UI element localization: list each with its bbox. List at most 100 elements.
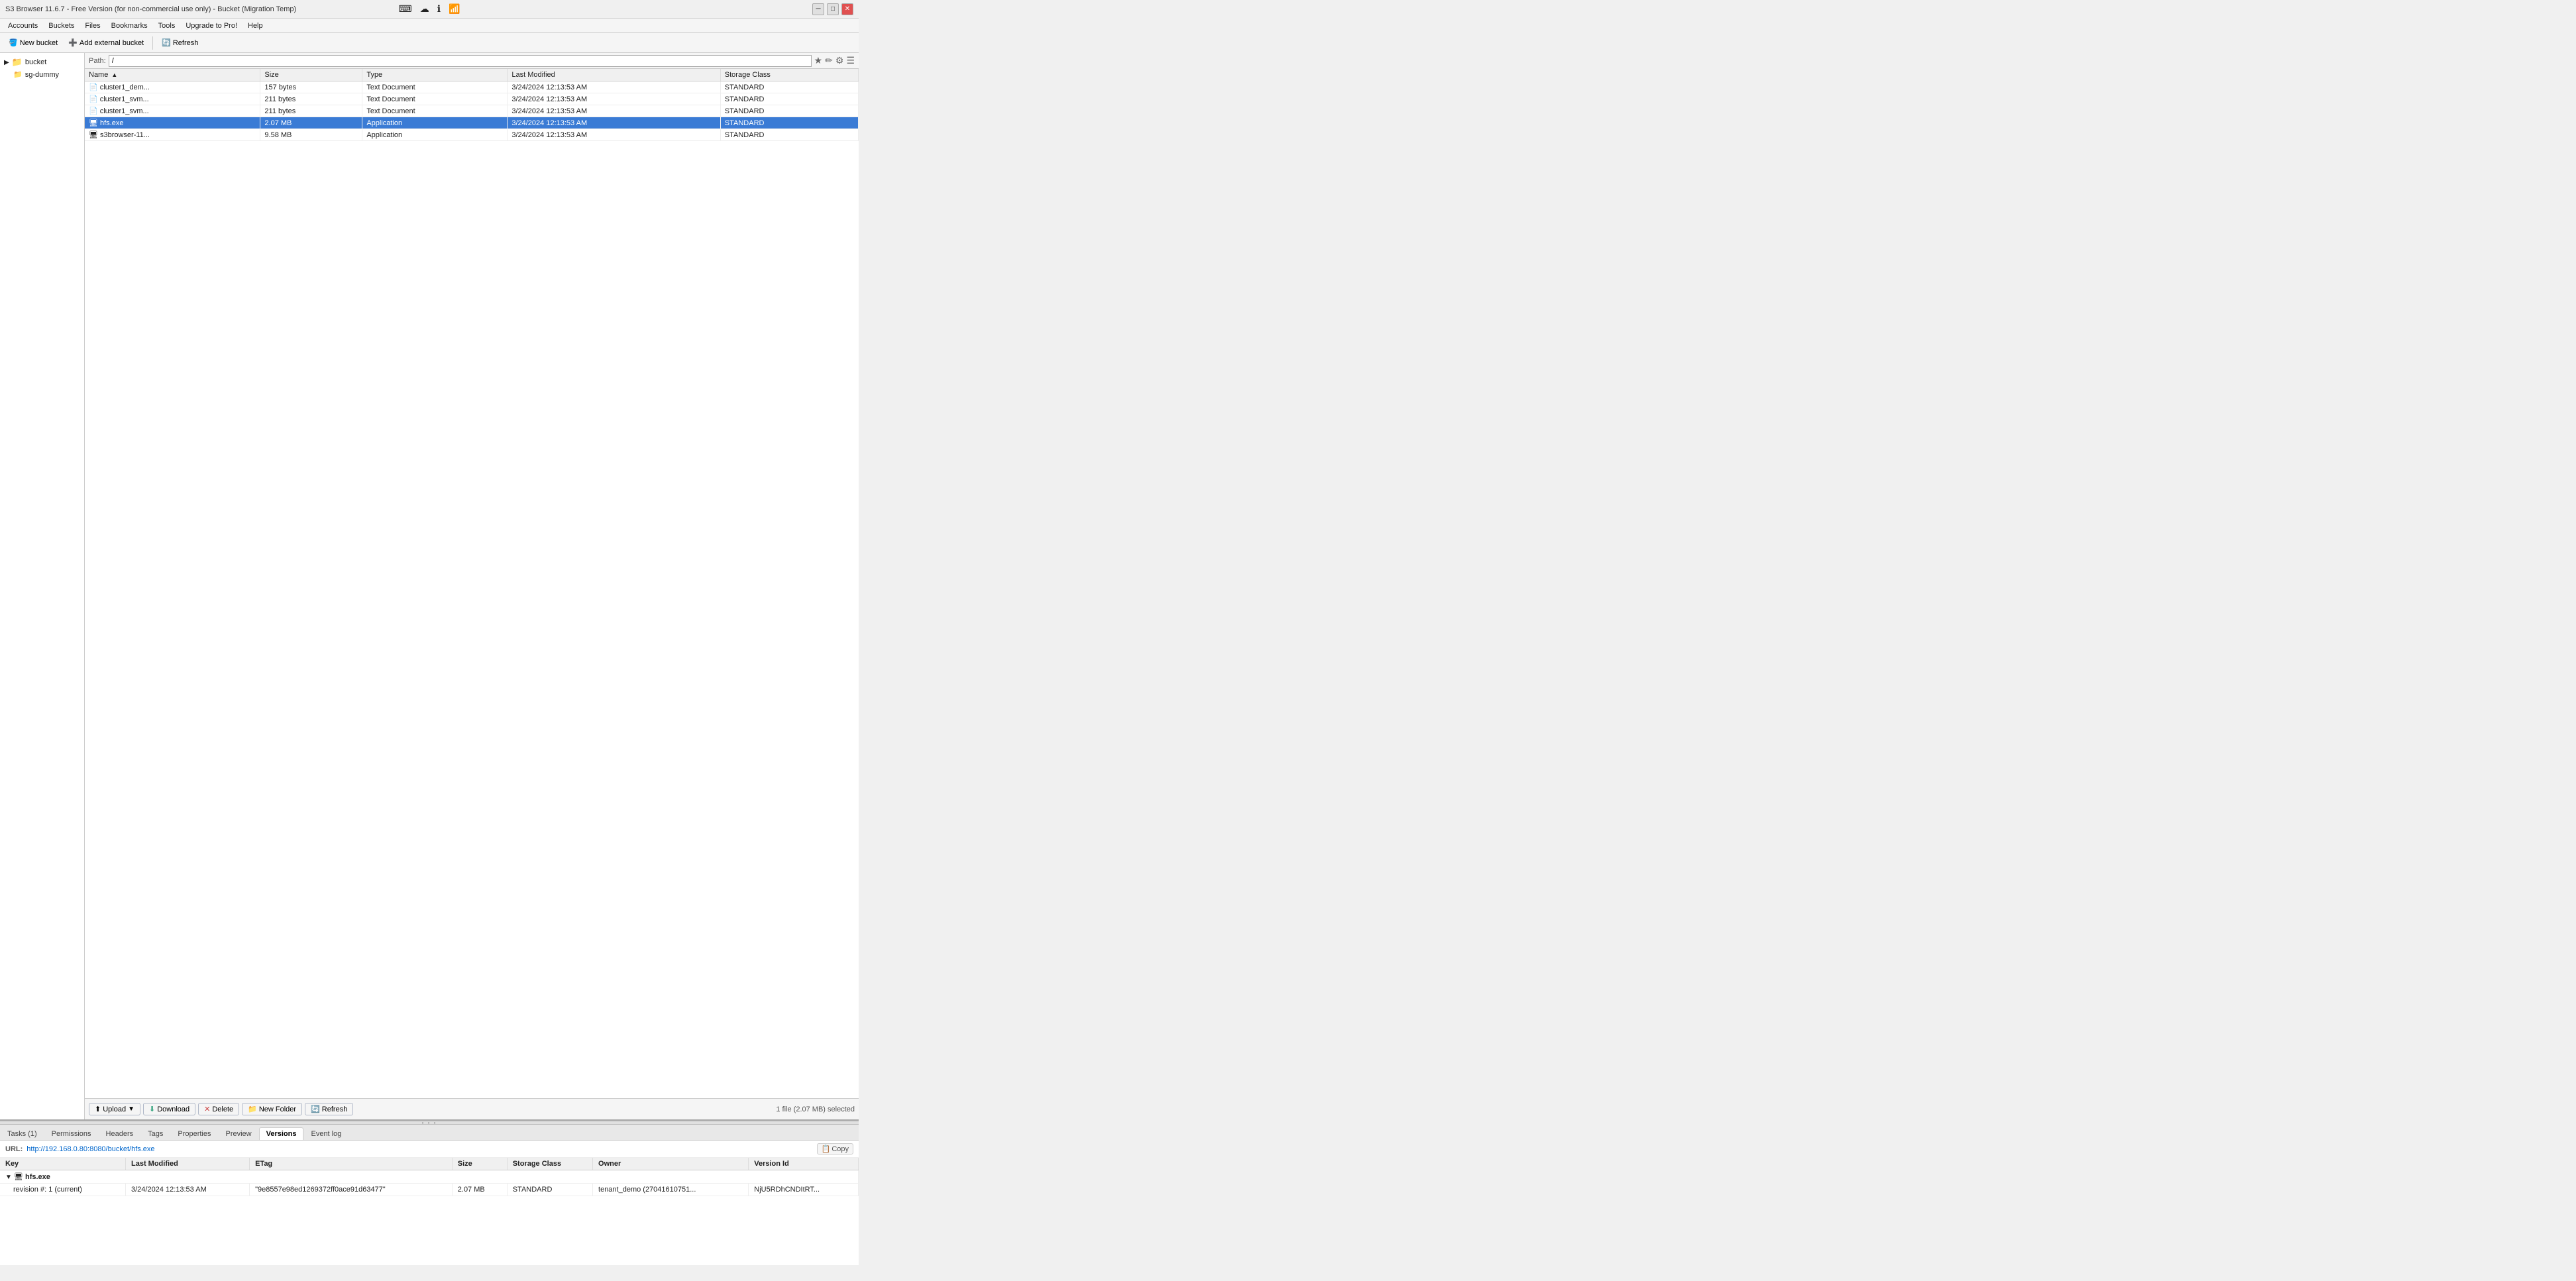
- menu-buckets[interactable]: Buckets: [43, 21, 80, 31]
- group-name: hfs.exe: [25, 1173, 50, 1181]
- add-external-icon: ➕: [68, 38, 78, 47]
- tab-preview[interactable]: Preview: [219, 1127, 259, 1140]
- new-bucket-button[interactable]: 🪣 New bucket: [4, 36, 62, 49]
- cloud-icon[interactable]: ☁: [420, 3, 429, 15]
- version-col-last-modified[interactable]: Last Modified: [125, 1158, 249, 1170]
- keyboard-icon[interactable]: ⌨: [399, 3, 412, 15]
- edit-icon[interactable]: ✏: [825, 55, 833, 66]
- folder-expand-icon: ▶: [4, 59, 9, 66]
- version-size: 2.07 MB: [452, 1184, 507, 1196]
- lower-section: • • • Tasks (1)PermissionsHeadersTagsPro…: [0, 1119, 859, 1265]
- path-bar: Path: ★ ✏ ⚙ ☰: [85, 53, 859, 69]
- tab-tasks--1-[interactable]: Tasks (1): [0, 1127, 44, 1140]
- version-etag: "9e8557e98ed1269372ff0ace91d63477": [250, 1184, 453, 1196]
- file-icon: 🖥: [89, 131, 98, 139]
- version-col-version-id[interactable]: Version Id: [749, 1158, 859, 1170]
- name-sort-arrow: ▲: [111, 72, 117, 78]
- file-icon: 📄: [89, 95, 98, 103]
- version-col-size[interactable]: Size: [452, 1158, 507, 1170]
- delete-button[interactable]: ✕ Delete: [198, 1103, 239, 1115]
- col-size[interactable]: Size: [260, 69, 362, 81]
- cell-storage: STANDARD: [720, 93, 858, 105]
- cell-type: Application: [362, 117, 508, 129]
- sg-dummy-label: sg-dummy: [25, 71, 59, 79]
- cell-modified: 3/24/2024 12:13:53 AM: [508, 117, 720, 129]
- new-folder-button[interactable]: 📁 New Folder: [242, 1103, 302, 1115]
- bottom-toolbar: ⬆ Upload ▼ ⬇ Download ✕ Delete 📁 New Fol…: [85, 1098, 859, 1119]
- tab-headers[interactable]: Headers: [99, 1127, 141, 1140]
- left-panel: ▶ 📁 bucket 📁 sg-dummy: [0, 53, 85, 1119]
- tab-permissions[interactable]: Permissions: [44, 1127, 99, 1140]
- table-row[interactable]: 🖥hfs.exe 2.07 MB Application 3/24/2024 1…: [85, 117, 859, 129]
- table-row[interactable]: 📄cluster1_svm... 211 bytes Text Document…: [85, 105, 859, 117]
- cell-type: Application: [362, 129, 508, 141]
- tab-properties[interactable]: Properties: [170, 1127, 218, 1140]
- tree-item-bucket[interactable]: ▶ 📁 bucket: [0, 56, 84, 69]
- version-col-etag[interactable]: ETag: [250, 1158, 453, 1170]
- col-modified[interactable]: Last Modified: [508, 69, 720, 81]
- file-icon: 📄: [89, 83, 98, 91]
- col-type[interactable]: Type: [362, 69, 508, 81]
- new-bucket-icon: 🪣: [9, 38, 18, 47]
- download-button[interactable]: ⬇ Download: [143, 1103, 195, 1115]
- filter-icon[interactable]: ⚙: [835, 55, 844, 66]
- refresh-button[interactable]: 🔄 Refresh: [157, 36, 203, 49]
- file-icon: 🖥: [89, 119, 98, 127]
- menu-tools[interactable]: Tools: [153, 21, 181, 31]
- refresh-icon: 🔄: [162, 38, 171, 47]
- version-modified: 3/24/2024 12:13:53 AM: [125, 1184, 249, 1196]
- cell-size: 9.58 MB: [260, 129, 362, 141]
- upload-button[interactable]: ⬆ Upload ▼: [89, 1103, 140, 1115]
- cell-storage: STANDARD: [720, 105, 858, 117]
- menu-files[interactable]: Files: [80, 21, 105, 31]
- signal-icon[interactable]: 📶: [449, 3, 460, 15]
- version-col-owner[interactable]: Owner: [593, 1158, 749, 1170]
- col-name[interactable]: Name ▲: [85, 69, 260, 81]
- menu-help[interactable]: Help: [242, 21, 268, 31]
- right-panel: Path: ★ ✏ ⚙ ☰ Name ▲: [85, 53, 859, 1119]
- url-bar: URL: http://192.168.0.80:8080/bucket/hfs…: [0, 1141, 859, 1158]
- version-row[interactable]: revision #: 1 (current) 3/24/2024 12:13:…: [0, 1184, 859, 1196]
- cell-name: 🖥s3browser-11...: [85, 129, 260, 141]
- refresh-files-button[interactable]: 🔄 Refresh: [305, 1103, 353, 1115]
- menu-upgrade[interactable]: Upgrade to Pro!: [180, 21, 242, 31]
- sg-dummy-folder-icon: 📁: [13, 70, 23, 79]
- tab-event-log[interactable]: Event log: [303, 1127, 349, 1140]
- title-bar: S3 Browser 11.6.7 - Free Version (for no…: [0, 0, 859, 19]
- file-status: 1 file (2.07 MB) selected: [776, 1105, 855, 1113]
- cell-size: 211 bytes: [260, 105, 362, 117]
- cell-size: 211 bytes: [260, 93, 362, 105]
- table-row[interactable]: 📄cluster1_dem... 157 bytes Text Document…: [85, 81, 859, 93]
- version-group-header[interactable]: ▼ 🖥 hfs.exe: [0, 1170, 859, 1184]
- settings-icon[interactable]: ☰: [846, 55, 855, 66]
- col-storage[interactable]: Storage Class: [720, 69, 858, 81]
- version-col-key[interactable]: Key: [0, 1158, 125, 1170]
- maximize-button[interactable]: □: [827, 3, 839, 15]
- star-icon[interactable]: ★: [814, 55, 823, 66]
- upload-icon: ⬆: [95, 1105, 101, 1113]
- copy-url-button[interactable]: 📋 Copy: [817, 1143, 853, 1154]
- path-input[interactable]: [109, 55, 812, 67]
- version-storage: STANDARD: [507, 1184, 592, 1196]
- menu-bookmarks[interactable]: Bookmarks: [106, 21, 153, 31]
- tab-tags[interactable]: Tags: [140, 1127, 170, 1140]
- file-icon: 📄: [89, 107, 98, 115]
- tree-item-sg-dummy[interactable]: 📁 sg-dummy: [0, 69, 84, 80]
- version-col-storage-class[interactable]: Storage Class: [507, 1158, 592, 1170]
- cell-name: 📄cluster1_svm...: [85, 105, 260, 117]
- upload-dropdown-arrow[interactable]: ▼: [128, 1105, 134, 1113]
- cell-modified: 3/24/2024 12:13:53 AM: [508, 93, 720, 105]
- minimize-button[interactable]: ─: [812, 3, 824, 15]
- close-button[interactable]: ✕: [841, 3, 853, 15]
- info-icon[interactable]: ℹ: [437, 3, 441, 15]
- add-external-button[interactable]: ➕ Add external bucket: [64, 36, 148, 49]
- table-row[interactable]: 📄cluster1_svm... 211 bytes Text Document…: [85, 93, 859, 105]
- table-row[interactable]: 🖥s3browser-11... 9.58 MB Application 3/2…: [85, 129, 859, 141]
- new-folder-icon: 📁: [248, 1105, 257, 1113]
- delete-icon: ✕: [204, 1105, 210, 1113]
- tab-versions[interactable]: Versions: [259, 1127, 304, 1140]
- expand-icon[interactable]: ▼: [5, 1174, 12, 1181]
- version-id: NjU5RDhCNDItRT...: [749, 1184, 859, 1196]
- menu-accounts[interactable]: Accounts: [3, 21, 43, 31]
- version-key: revision #: 1 (current): [0, 1184, 125, 1196]
